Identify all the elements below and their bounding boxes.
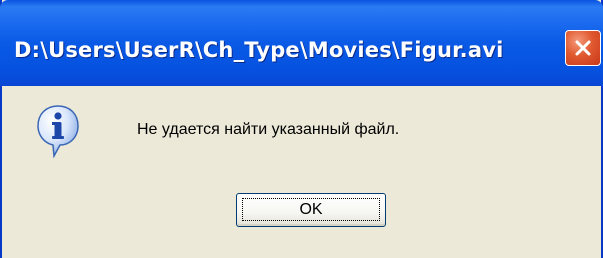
- title-bar[interactable]: D:\Users\UserR\Ch_Type\Movies\Figur.avi: [0, 0, 603, 86]
- info-icon: [36, 104, 80, 159]
- dialog-window: D:\Users\UserR\Ch_Type\Movies\Figur.avi: [0, 0, 603, 258]
- dialog-message: Не удается найти указанный файл.: [137, 121, 400, 138]
- dialog-content: Не удается найти указанный файл. OK: [2, 86, 601, 258]
- close-icon: [573, 38, 593, 58]
- ok-button[interactable]: OK: [236, 193, 386, 227]
- close-button[interactable]: [565, 30, 601, 66]
- window-title: D:\Users\UserR\Ch_Type\Movies\Figur.avi: [14, 38, 504, 62]
- ok-button-label: OK: [299, 201, 323, 218]
